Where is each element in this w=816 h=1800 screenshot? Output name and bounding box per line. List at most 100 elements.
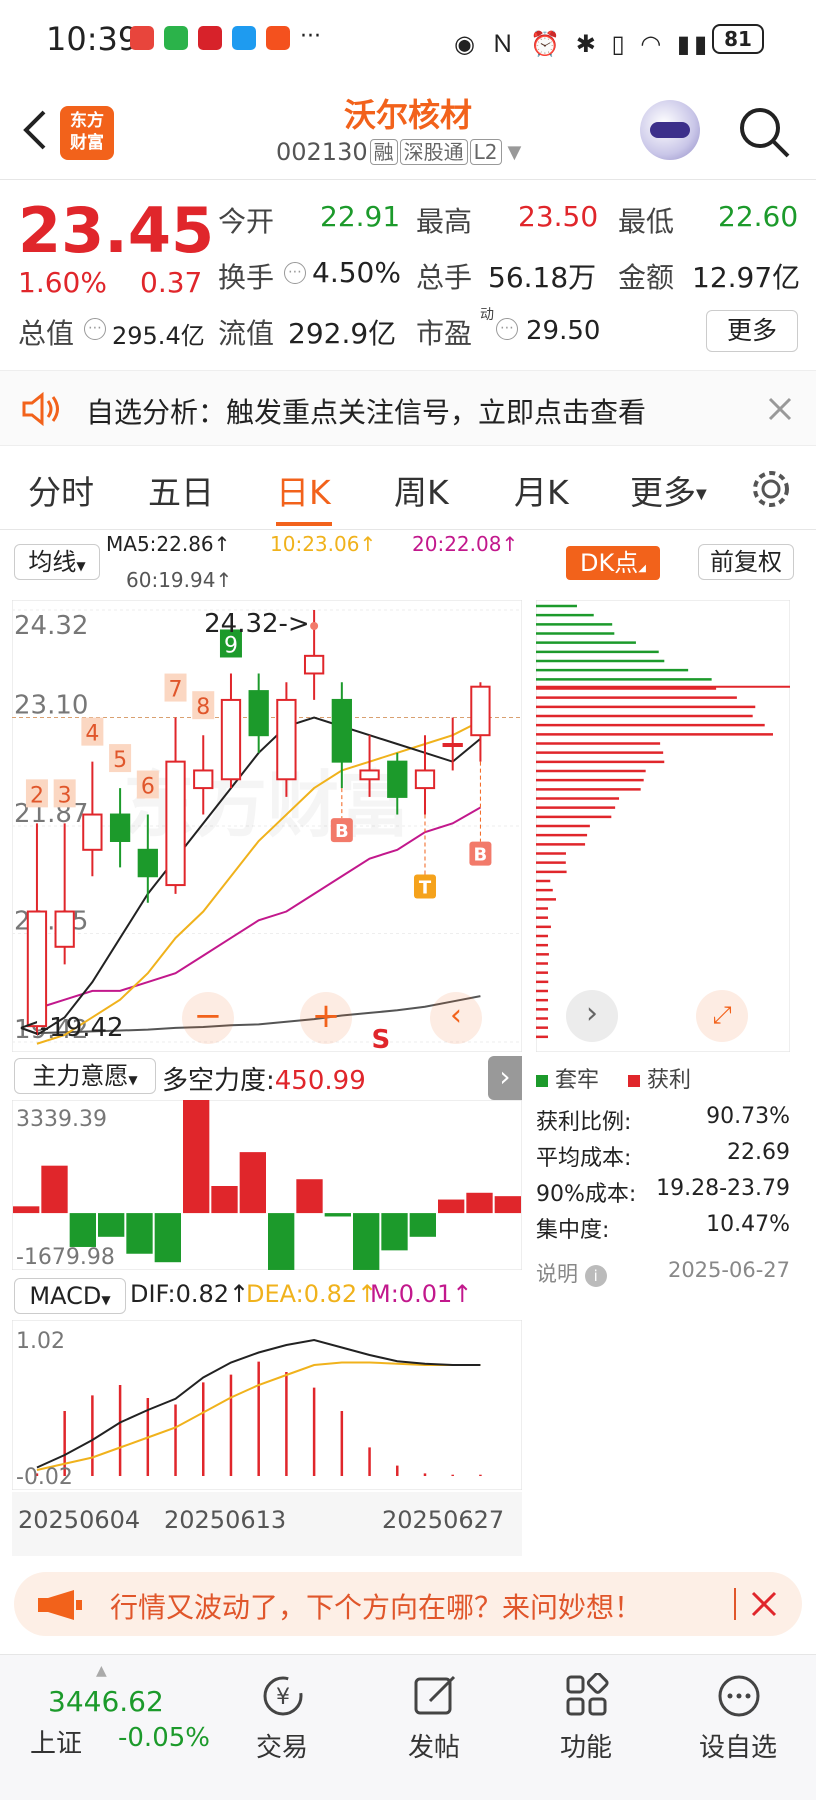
stat-key: 平均成本:: [536, 1146, 632, 1171]
macd-chart[interactable]: 1.02 -0.02: [12, 1320, 522, 1490]
caret-icon: ▲: [96, 1663, 107, 1679]
tab-daily-k[interactable]: 日K: [276, 466, 331, 514]
tab-more[interactable]: 更多▼: [630, 466, 707, 514]
pe-value: 29.50: [526, 316, 601, 346]
y-tick-label: 23.10: [14, 691, 88, 721]
pe-sup: 动: [480, 307, 494, 323]
info-icon[interactable]: ⋯: [284, 262, 306, 284]
chip-distribution-chart[interactable]: [536, 600, 790, 1052]
megaphone-icon: [38, 1590, 82, 1620]
indicator-select-label: 主力意愿: [32, 1062, 129, 1090]
candle-body: [303, 654, 325, 675]
notice-bar[interactable]: 自选分析：触发重点关注信号，立即点击查看: [0, 370, 816, 446]
force-bar: [409, 1213, 436, 1237]
info-icon[interactable]: ⋯: [84, 318, 106, 340]
date-tick: 20250604: [18, 1506, 141, 1534]
candle-body: [220, 698, 242, 781]
force-bar: [13, 1206, 40, 1214]
kline-chart[interactable]: 24.3223.1021.8720.6519.42东方财富2 3456789BTB…: [12, 600, 522, 1052]
index-value: 3446.62: [48, 1685, 164, 1718]
y-tick-label: -0.02: [16, 1465, 73, 1490]
ma-select-label: 均线: [28, 548, 77, 576]
sequence-number: 8: [196, 695, 210, 720]
dropdown-icon: ▼: [128, 1073, 138, 1087]
chip-date: 2025-06-27: [667, 1258, 790, 1282]
force-bar: [438, 1199, 465, 1214]
date-axis: 20250604 20250613 20250627: [12, 1492, 522, 1556]
info-icon[interactable]: ⋯: [496, 318, 518, 340]
force-label: 多空力度:: [162, 1066, 275, 1096]
close-icon[interactable]: [768, 397, 792, 421]
more-notifications-icon: ···: [300, 24, 321, 49]
amount-value: 12.97亿: [692, 261, 801, 294]
note-link[interactable]: 说明 i: [536, 1258, 607, 1288]
stock-code: 002130: [276, 138, 368, 166]
expand-indicator-icon[interactable]: ›: [488, 1056, 522, 1100]
zoom-out-button[interactable]: −: [182, 992, 234, 1044]
dk-point-button[interactable]: DK点◢: [566, 546, 660, 580]
macd-select[interactable]: MACD▼: [14, 1278, 126, 1314]
wechat-icon: [164, 26, 188, 50]
banner-text: 行情又波动了，下个方向在哪？来问妙想！: [110, 1591, 643, 1624]
close-icon[interactable]: [750, 1590, 778, 1618]
yuan-trade-icon: ¥: [263, 1676, 303, 1716]
ma-select[interactable]: 均线▼: [14, 544, 100, 580]
dropdown-icon[interactable]: ▼: [508, 142, 522, 163]
battery-icon: 81: [712, 24, 764, 54]
change-amount: 0.37: [140, 266, 203, 299]
float-value: 292.9亿: [288, 317, 397, 350]
sell-signal: S: [372, 1025, 391, 1052]
force-legend: 多空力度:450.99: [162, 1060, 366, 1097]
fullscreen-icon[interactable]: ⤢: [696, 990, 748, 1042]
tab-monthly-k[interactable]: 月K: [514, 466, 569, 514]
candle-body: [387, 760, 408, 798]
chip-stat-row: 平均成本: 22.69: [536, 1140, 790, 1176]
scroll-left-button[interactable]: ‹: [430, 992, 482, 1044]
indicator-select[interactable]: 主力意愿▼: [14, 1058, 156, 1094]
search-icon[interactable]: [736, 104, 792, 160]
force-bar: [296, 1179, 323, 1214]
stat-key: 90%成本:: [536, 1182, 637, 1207]
force-bar: [126, 1213, 153, 1254]
force-value: 450.99: [274, 1066, 366, 1096]
svg-text:¥: ¥: [276, 1685, 290, 1710]
stat-value: 10.47%: [706, 1212, 790, 1237]
high-value: 23.50: [518, 200, 599, 233]
more-button[interactable]: 更多: [706, 310, 798, 352]
low-label: 最低: [618, 205, 675, 238]
grid-functions-icon: [566, 1673, 609, 1716]
chip-legend: 套牢 获利: [536, 1062, 691, 1094]
ma5-legend: MA5:22.86↑: [106, 532, 231, 556]
banner-divider: [734, 1588, 736, 1620]
index-ticker[interactable]: 3446.62: [48, 1685, 164, 1718]
tab-five-day[interactable]: 五日: [148, 466, 214, 514]
expand-chip-button[interactable]: ›: [566, 990, 618, 1042]
date-tick: 20250627: [382, 1506, 505, 1534]
trap-swatch: [536, 1075, 548, 1087]
dropdown-icon: ▼: [101, 1293, 111, 1307]
force-bar: [353, 1213, 380, 1270]
y-tick-label: 20.65: [14, 907, 88, 937]
ai-banner[interactable]: 行情又波动了，下个方向在哪？来问妙想！: [14, 1572, 802, 1636]
ai-robot-icon[interactable]: [640, 100, 700, 160]
corner-icon: ◢: [638, 563, 646, 574]
chip-stats: 获利比例: 90.73% 平均成本: 22.69 90%成本: 19.28-23.79…: [536, 1104, 790, 1288]
adjust-select[interactable]: 前复权: [698, 544, 794, 580]
force-bar: [98, 1213, 125, 1237]
sequence-number: 4: [85, 722, 99, 747]
main-force-chart[interactable]: 3339.39 -1679.98: [12, 1100, 522, 1270]
note-label: 说明: [536, 1262, 578, 1286]
settings-gear-icon[interactable]: [750, 468, 792, 510]
high-label: 最高: [416, 205, 473, 238]
zoom-in-button[interactable]: +: [300, 992, 352, 1044]
tag-connect: 深股通: [399, 139, 468, 165]
force-bar: [466, 1192, 493, 1214]
nav-label: 功能: [559, 1733, 612, 1763]
volume-value: 56.18万: [488, 261, 597, 294]
signal-letter: T: [419, 878, 432, 899]
tab-weekly-k[interactable]: 周K: [394, 466, 449, 514]
chip-stat-row: 集中度: 10.47%: [536, 1212, 790, 1248]
y-tick-label: 24.32: [14, 611, 88, 641]
tab-intraday[interactable]: 分时: [28, 466, 94, 514]
app-icon: [198, 26, 222, 50]
